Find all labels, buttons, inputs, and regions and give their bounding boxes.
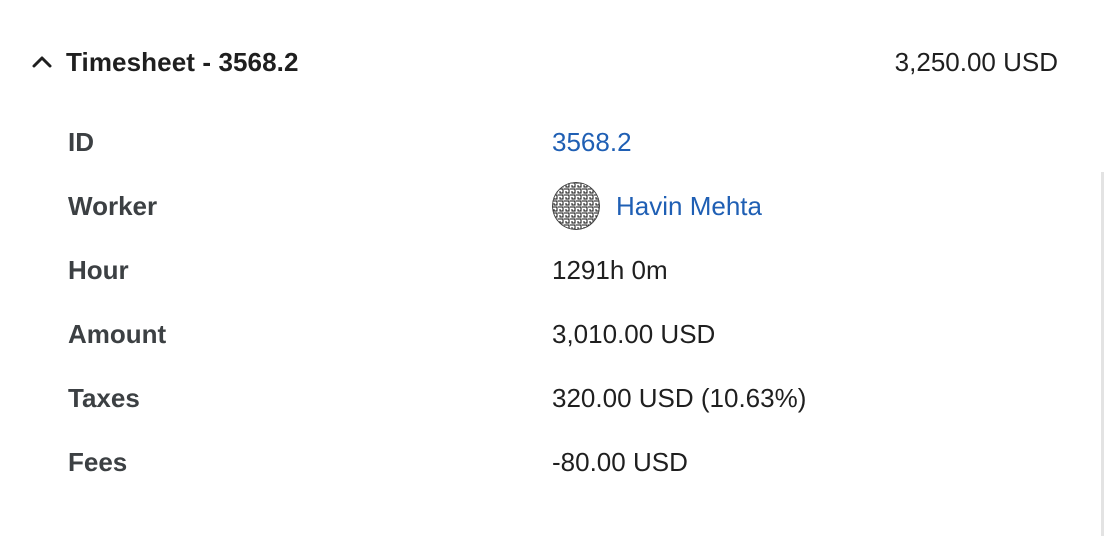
taxes-value: 320.00 USD (10.63%) <box>552 382 807 413</box>
detail-row-worker: Worker Havin Mehta <box>68 174 1028 238</box>
detail-row-id: ID 3568.2 <box>68 110 1028 174</box>
id-label: ID <box>68 126 94 157</box>
detail-row-hour: Hour 1291h 0m <box>68 238 1028 302</box>
timesheet-section-header[interactable]: Timesheet - 3568.2 3,250.00 USD <box>28 38 1058 86</box>
timesheet-panel: Timesheet - 3568.2 3,250.00 USD ID 3568.… <box>0 0 1104 536</box>
timesheet-details: ID 3568.2 Worker Havin Mehta Hour 1291h … <box>68 110 1028 494</box>
fees-value: -80.00 USD <box>552 446 688 477</box>
taxes-label: Taxes <box>68 382 140 413</box>
fees-label: Fees <box>68 446 128 477</box>
detail-row-fees: Fees -80.00 USD <box>68 430 1028 494</box>
amount-label: Amount <box>68 318 167 349</box>
hour-value: 1291h 0m <box>552 254 668 285</box>
section-title: Timesheet - 3568.2 <box>66 46 299 77</box>
id-link[interactable]: 3568.2 <box>552 127 632 158</box>
avatar[interactable] <box>552 182 600 230</box>
worker-label: Worker <box>68 190 158 221</box>
section-total: 3,250.00 USD <box>894 46 1058 77</box>
chevron-up-icon[interactable] <box>28 48 56 76</box>
detail-row-taxes: Taxes 320.00 USD (10.63%) <box>68 366 1028 430</box>
hour-label: Hour <box>68 254 129 285</box>
worker-link[interactable]: Havin Mehta <box>616 191 762 222</box>
detail-row-amount: Amount 3,010.00 USD <box>68 302 1028 366</box>
amount-value: 3,010.00 USD <box>552 318 716 349</box>
